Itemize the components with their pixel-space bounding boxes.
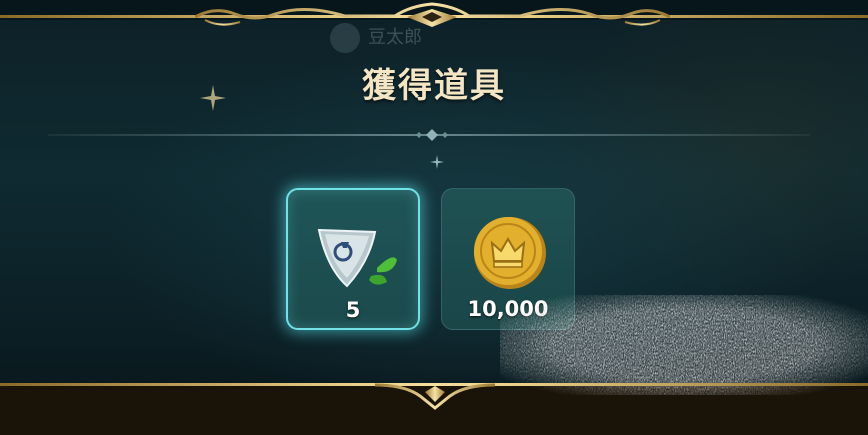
bottom-gold-ornament-icon bbox=[375, 383, 495, 410]
page-title: 獲得道具 bbox=[362, 66, 506, 106]
white-crystal-shard-with-leaves-icon bbox=[317, 228, 397, 288]
static-noise-overlay bbox=[500, 295, 868, 395]
divider-diamond-icon bbox=[416, 129, 448, 141]
top-gold-ornament-icon bbox=[195, 2, 670, 27]
sparkle-icon bbox=[200, 85, 226, 111]
gold-crown-coin-icon bbox=[474, 217, 546, 289]
reward-count: 5 bbox=[345, 298, 361, 322]
sparkle-icon bbox=[430, 155, 444, 169]
reward-item-card[interactable]: 5 bbox=[286, 188, 420, 330]
